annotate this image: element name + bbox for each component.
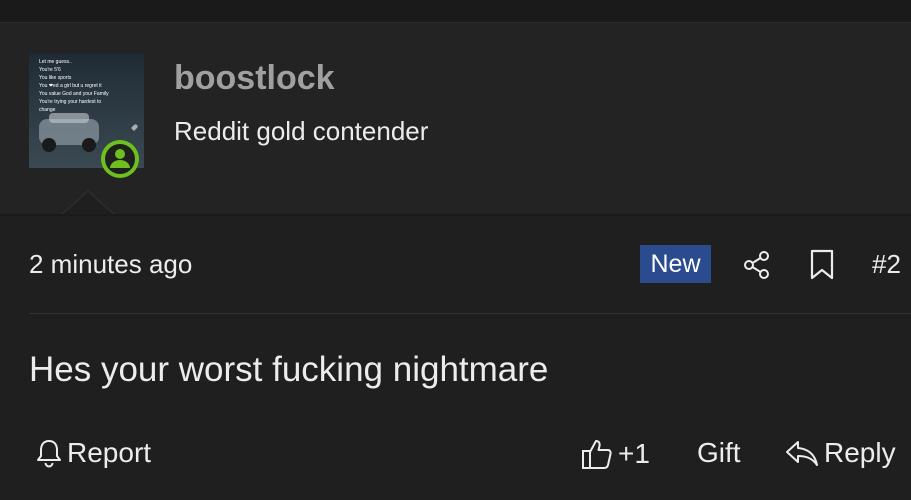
thumbs-up-icon bbox=[582, 440, 612, 469]
header-caret bbox=[60, 191, 116, 216]
share-icon[interactable] bbox=[742, 250, 772, 280]
avatar-caption-line: Let me guess.. bbox=[39, 59, 72, 65]
reply-icon bbox=[786, 441, 818, 466]
bell-icon bbox=[37, 440, 61, 468]
user-online-icon bbox=[101, 140, 139, 178]
divider bbox=[29, 313, 911, 314]
like-button[interactable]: +1 bbox=[580, 437, 650, 471]
username[interactable]: boostlock bbox=[174, 59, 335, 98]
gift-button[interactable]: Gift bbox=[697, 437, 741, 469]
like-count: +1 bbox=[618, 438, 650, 469]
report-label: Report bbox=[67, 437, 152, 468]
reply-button[interactable]: Reply bbox=[784, 437, 896, 469]
post-number[interactable]: #2 bbox=[872, 249, 901, 280]
avatar-caption-line: You're trying your hardest to bbox=[39, 99, 102, 105]
avatar-caption-line: You like sports bbox=[39, 75, 72, 81]
avatar-caption-line: You're 5'6 bbox=[39, 67, 61, 73]
header-separator bbox=[0, 214, 911, 216]
avatar-caption-line: You value God and your Family bbox=[39, 91, 109, 97]
avatar-caption-line: change bbox=[39, 107, 56, 113]
user-title: Reddit gold contender bbox=[174, 116, 429, 146]
bookmark-icon[interactable] bbox=[808, 249, 836, 281]
post-timestamp[interactable]: 2 minutes ago bbox=[29, 249, 192, 280]
top-bar bbox=[0, 0, 911, 23]
new-badge: New bbox=[640, 245, 711, 283]
reply-label: Reply bbox=[824, 437, 896, 468]
avatar-caption-line: You ❤ed a girl but u regret it bbox=[39, 83, 102, 89]
post-body: Hes your worst fucking nightmare bbox=[29, 350, 549, 389]
report-button[interactable]: Report bbox=[35, 437, 151, 469]
